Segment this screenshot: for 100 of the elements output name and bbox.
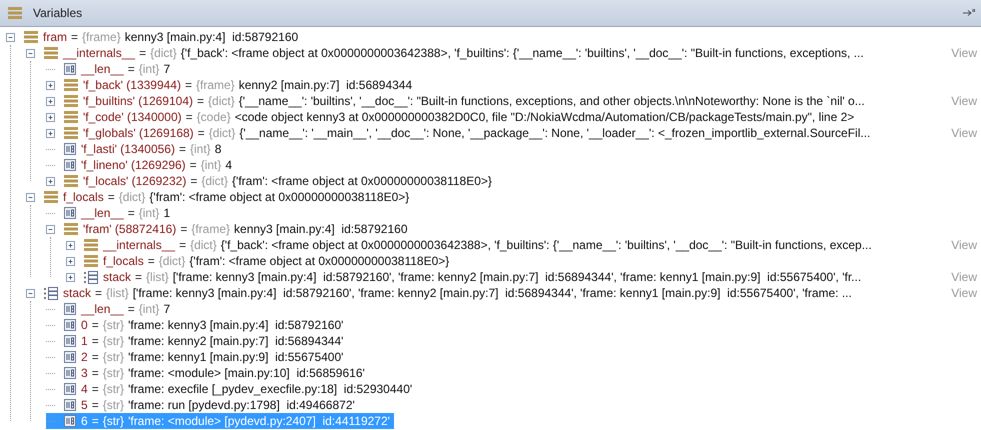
- value-icon: [64, 399, 76, 411]
- value-icon: [64, 415, 76, 427]
- variable-name: 'f_lineno' (1269296): [81, 158, 186, 172]
- value-icon: [64, 159, 76, 171]
- equals-sign: =: [95, 286, 102, 300]
- tree-row[interactable]: __len__ = {int} 1: [46, 205, 174, 221]
- expand-toggle[interactable]: [66, 256, 75, 266]
- variable-value: 4: [225, 158, 232, 172]
- expand-toggle[interactable]: [46, 128, 55, 138]
- type-label: {str}: [102, 318, 124, 332]
- type-label: {str}: [102, 398, 124, 412]
- tree-row[interactable]: 'f_locals' (1269232) = {dict} {'fram': <frame object at 0x00000000038118E0>}: [46, 173, 496, 189]
- variable-value: <code object kenny3 at 0x000000000382D0C0, file "D:/NokiaWcdma/Automation/CB/packageTests/main.py", line 2>: [234, 110, 854, 124]
- expand-toggle[interactable]: [66, 240, 75, 250]
- equals-sign: =: [198, 126, 205, 140]
- variable-value: {'__name__': '__main__', '__doc__': None, '__package__': None, '__loader__': <_frozen_importlib_external.SourceFil...: [239, 126, 870, 140]
- object-icon: [84, 239, 98, 251]
- expand-toggle[interactable]: [46, 176, 55, 186]
- collapse-toggle[interactable]: [46, 224, 55, 234]
- expand-toggle[interactable]: [46, 96, 55, 106]
- expand-toggle[interactable]: [46, 112, 55, 122]
- equals-sign: =: [108, 190, 115, 204]
- tree-row[interactable]: __internals__ = {dict} {'f_back': <frame object at 0x0000000003642388>, 'f_builtins': {'__name__': 'builtins', '__doc__': "Built-in functions, exceptions, ...: [26, 45, 868, 61]
- value-icon: [64, 143, 76, 155]
- tree-row[interactable]: __len__ = {int} 7: [46, 61, 174, 77]
- tree-row[interactable]: 'fram' (58872416) = {frame} kenny3 [main.py:4] id:58792160: [46, 221, 412, 237]
- variable-value: {'f_back': <frame object at 0x0000000003642388>, 'f_builtins': {'__name__': 'builtins', '__doc__': "Built-in functions, excep...: [220, 238, 872, 252]
- tree-row[interactable]: stack = {list} ['frame: kenny3 [main.py:4] id:58792160', 'frame: kenny2 [main.py:7] id:56894344', 'frame: kenny1 [main.py:9] id:55675400', 'frame: ...: [26, 285, 856, 301]
- value-icon: [64, 367, 76, 379]
- tree-row[interactable]: __internals__ = {dict} {'f_back': <frame object at 0x0000000003642388>, 'f_builtins': {'__name__': 'builtins', '__doc__': "Built-in functions, excep...: [66, 237, 876, 253]
- variable-name: 6: [81, 414, 88, 428]
- expand-toggle[interactable]: [46, 80, 55, 90]
- value-icon: [64, 335, 76, 347]
- equals-sign: =: [178, 142, 186, 156]
- variable-name: 'f_back' (1339944): [83, 78, 181, 92]
- equals-sign: =: [197, 94, 204, 108]
- object-icon: [44, 191, 58, 203]
- equals-sign: =: [139, 46, 146, 60]
- type-label: {int}: [138, 206, 160, 220]
- variable-value: {'fram': <frame object at 0x00000000038118E0>}: [232, 174, 492, 188]
- variable-value: {'__name__': 'builtins', '__doc__': "Built-in functions, exceptions, and other objects.\n\nNoteworthy: None is the `nil' o...: [238, 94, 865, 108]
- expand-toggle[interactable]: [66, 272, 75, 282]
- variable-name: stack: [103, 270, 132, 284]
- object-icon: [24, 31, 38, 43]
- equals-sign: =: [135, 270, 142, 284]
- variable-value: {'fram': <frame object at 0x00000000038118E0>}: [189, 254, 450, 268]
- tree-row[interactable]: 0 = {str} 'frame: kenny3 [main.py:4] id:58792160': [46, 317, 348, 333]
- list-icon: [44, 286, 58, 300]
- tree-row[interactable]: 'f_back' (1339944) = {frame} kenny2 [main.py:7] id:56894344: [46, 77, 416, 93]
- tree-row[interactable]: 4 = {str} 'frame: execfile [_pydev_execfile.py:18] id:52930440': [46, 381, 416, 397]
- tree-row[interactable]: f_locals = {dict} {'fram': <frame object at 0x00000000038118E0>}: [26, 189, 414, 205]
- variable-name: 0: [81, 318, 88, 332]
- equals-sign: =: [148, 254, 155, 268]
- list-icon: [84, 270, 98, 284]
- variable-value: 'frame: kenny3 [main.py:4] id:58792160': [128, 318, 344, 332]
- tree-row[interactable]: __len__ = {int} 7: [46, 301, 174, 317]
- tree-row[interactable]: 3 = {str} 'frame: <module> [main.py:10] id:56859616': [46, 365, 369, 381]
- type-label: {list}: [106, 286, 129, 300]
- tree-row[interactable]: f_locals = {dict} {'fram': <frame object at 0x00000000038118E0>}: [66, 253, 454, 269]
- tree-row[interactable]: 5 = {str} 'frame: run [pydevd.py:1798] id:49466872': [46, 397, 359, 413]
- variable-value: {'fram': <frame object at 0x00000000038118E0>}: [149, 190, 410, 204]
- collapse-toggle[interactable]: [26, 288, 35, 298]
- type-label: {frame}: [82, 30, 121, 44]
- type-label: {int}: [200, 158, 222, 172]
- tree-row[interactable]: fram = {frame} kenny3 [main.py:4] id:58792160: [6, 29, 302, 45]
- type-label: {int}: [138, 302, 160, 316]
- collapse-toggle[interactable]: [26, 192, 35, 202]
- pin-icon[interactable]: [963, 9, 975, 17]
- collapse-toggle[interactable]: [6, 32, 15, 42]
- tree-row[interactable]: 2 = {str} 'frame: kenny1 [main.py:9] id:55675400': [46, 349, 348, 365]
- object-icon: [8, 7, 22, 19]
- type-label: {str}: [102, 414, 124, 428]
- equals-sign: =: [128, 62, 135, 76]
- variable-value: {'f_back': <frame object at 0x0000000003642388>, 'f_builtins': {'__name__': 'builtins', '__doc__': "Built-in functions, exceptions, ...: [180, 46, 864, 60]
- equals-sign: =: [128, 302, 135, 316]
- object-icon: [64, 175, 78, 187]
- variable-name: __internals__: [63, 46, 136, 60]
- variable-value: 'frame: <module> [main.py:10] id:56859616': [128, 366, 365, 380]
- equals-sign: =: [128, 206, 135, 220]
- type-label: {dict}: [158, 254, 186, 268]
- tree-row[interactable]: stack = {list} ['frame: kenny3 [main.py:4] id:58792160', 'frame: kenny2 [main.py:7] id:56894344', 'frame: kenny1 [main.py:9] id:55675400', 'fr...: [66, 269, 866, 285]
- equals-sign: =: [184, 78, 192, 92]
- tree-row[interactable]: 'f_builtins' (1269104) = {dict} {'__name__': 'builtins', '__doc__': "Built-in functions, exceptions, and other objects.\n\nNoteworthy: None is the `nil' o...: [46, 93, 869, 109]
- variable-value: 7: [163, 62, 170, 76]
- collapse-toggle[interactable]: [26, 48, 35, 58]
- variable-name: 2: [81, 350, 88, 364]
- value-icon: [64, 319, 76, 331]
- tree-row[interactable]: 'f_lasti' (1340056) = {int} 8: [46, 141, 226, 157]
- type-label: {dict}: [208, 126, 236, 140]
- equals-sign: =: [92, 382, 99, 396]
- variable-value: 'frame: kenny2 [main.py:7] id:56894344': [128, 334, 344, 348]
- equals-sign: =: [92, 318, 99, 332]
- value-icon: [64, 351, 76, 363]
- value-icon: [64, 383, 76, 395]
- tree-row[interactable]: 'f_code' (1340000) = {code} <code object kenny3 at 0x000000000382D0C0, file "D:/NokiaWcdma/Automation/CB/packageTests/main.py", line 2>: [46, 109, 858, 125]
- tree-row[interactable]: 'f_lineno' (1269296) = {int} 4: [46, 157, 236, 173]
- type-label: {dict}: [190, 238, 217, 252]
- variable-name: 3: [81, 366, 88, 380]
- tree-row[interactable]: 1 = {str} 'frame: kenny2 [main.py:7] id:56894344': [46, 333, 348, 349]
- tree-row[interactable]: 'f_globals' (1269168) = {dict} {'__name__': '__main__', '__doc__': None, '__package__': None, '__loader__': <_frozen_importlib_external.SourceFil...: [46, 125, 874, 141]
